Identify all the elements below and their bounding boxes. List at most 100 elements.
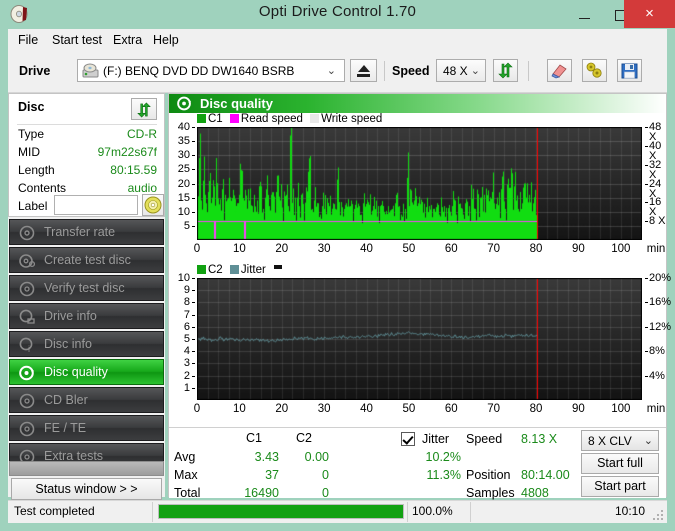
elapsed-time: 10:10 (614, 504, 645, 518)
menu-file[interactable]: File (12, 31, 44, 49)
legend-marker-icon (274, 265, 283, 269)
content-panel: Disc quality C1 Read speed Write speed 5… (168, 93, 671, 500)
write-mode-select[interactable]: 8 X CLV ⌄ (581, 430, 659, 451)
axis-tick-label: 100 (611, 243, 631, 255)
disc-info-box: Disc Type CD-R MID 97m22s67f Length 80:1… (8, 93, 165, 217)
sidebar-item-drive-info[interactable]: Drive info (9, 303, 164, 329)
axis-tick-mark (645, 375, 648, 377)
sidebar-item-verify-test-disc[interactable]: Verify test disc (9, 275, 164, 301)
axis-tick-mark (645, 145, 648, 147)
sidebar-item-fe-te[interactable]: FE / TE (9, 415, 164, 441)
drive-info-icon (19, 309, 35, 325)
sidebar-filler (9, 461, 164, 476)
c1-chart-legend: C1 Read speed Write speed (197, 113, 382, 125)
axis-tick-label: 16 X (649, 196, 662, 219)
speed-label: Speed (392, 64, 430, 78)
axis-tick-label: 9 (183, 284, 190, 297)
status-divider-2 (407, 502, 408, 522)
axis-tick-label: 40 X (649, 139, 662, 162)
sidebar-item-disc-info[interactable]: i Disc info (9, 331, 164, 357)
drive-value: (F:) BENQ DVD DD DW1640 BSRB (103, 64, 295, 78)
axis-tick-mark (645, 351, 648, 353)
erase-button[interactable] (547, 59, 572, 82)
stats-samples-value: 4808 (521, 486, 549, 500)
axis-tick-mark (192, 314, 195, 316)
axis-tick-mark (192, 141, 195, 143)
sidebar-item-label: CD Bler (44, 393, 88, 407)
c1-y-axis: 5 10 15 20 25 30 35 40 (169, 122, 195, 240)
menu-start-test[interactable]: Start test (46, 31, 108, 49)
close-button[interactable]: × (624, 0, 675, 28)
axis-tick-label: 10 (232, 403, 246, 415)
legend-label-read-speed: Read speed (240, 113, 303, 125)
axis-tick-label: 3 (183, 357, 190, 370)
sidebar-item-label: FE / TE (44, 421, 87, 435)
progress-percent: 100.0% (412, 504, 453, 518)
axis-tick-label: 30 (317, 403, 331, 415)
stats-total-c2: 0 (322, 486, 329, 500)
legend-swatch-read-speed (229, 114, 239, 123)
axis-tick-mark (645, 326, 648, 328)
drive-toolbar: Drive (F:) BENQ DVD DD DW1640 BSRB ⌄ Spe… (8, 51, 667, 93)
statistics-panel: C1 C2 Jitter Avg 3.43 0.00 10.2% Max 37 … (169, 427, 666, 500)
sidebar-item-transfer-rate[interactable]: Transfer rate (9, 219, 164, 245)
jitter-checkbox[interactable] (401, 432, 415, 446)
chevron-down-icon: ⌄ (470, 65, 480, 77)
axis-tick-label: 48 X (649, 121, 662, 143)
axis-tick-label: 50 (402, 243, 416, 255)
disc-row-value: 97m22s67f (97, 145, 157, 159)
axis-tick-mark (645, 164, 648, 166)
menu-help[interactable]: Help (147, 31, 185, 49)
axis-tick-mark (192, 375, 195, 377)
disc-row-key: MID (18, 145, 40, 159)
axis-tick-mark (645, 127, 648, 128)
stats-position-value: 80:14.00 (521, 468, 570, 482)
menu-bar: File Start test Extra Help (8, 29, 667, 51)
start-part-button[interactable]: Start part (581, 476, 659, 497)
c2-plot-area (197, 278, 642, 400)
legend-label-c1: C1 (208, 113, 223, 125)
axis-tick-label: 0 (193, 243, 201, 255)
axis-tick-label: 30 (317, 243, 331, 255)
eject-button[interactable] (350, 59, 377, 82)
minimize-button[interactable] (566, 0, 602, 28)
start-full-button[interactable]: Start full (581, 453, 659, 474)
stats-max-c1: 37 (265, 468, 279, 482)
save-button[interactable] (617, 59, 642, 82)
status-window-button[interactable]: Status window > > (11, 478, 162, 500)
menu-extra[interactable]: Extra (107, 31, 148, 49)
legend-swatch-jitter (229, 265, 239, 274)
c2-chart-legend: C2 Jitter (197, 264, 283, 276)
legend-label-write-speed: Write speed (321, 113, 383, 125)
disc-row-length: Length 80:15.59 (9, 163, 166, 179)
axis-tick-label: 70 (487, 403, 501, 415)
stats-header-c2: C2 (296, 431, 312, 445)
sidebar-item-create-test-disc[interactable]: Create test disc (9, 247, 164, 273)
axis-tick-label: 35 (177, 135, 190, 148)
axis-unit-label: min (646, 243, 666, 255)
disc-row-key: Contents (18, 181, 67, 195)
axis-tick-label: 10 (177, 205, 190, 218)
disc-label-button[interactable] (142, 194, 164, 216)
axis-tick-mark (192, 290, 195, 292)
axis-tick-mark (192, 387, 195, 389)
sidebar-item-disc-quality[interactable]: Disc quality (9, 359, 164, 385)
disc-label-input[interactable] (54, 195, 138, 215)
disc-refresh-button[interactable] (131, 98, 157, 120)
chevron-down-icon: ⌄ (643, 435, 653, 447)
disc-row-type: Type CD-R (9, 127, 166, 143)
refresh-button[interactable] (493, 59, 518, 82)
axis-tick-label: 4 (183, 345, 190, 358)
axis-tick-label: 8% (649, 345, 665, 358)
axis-tick-label: 6 (183, 320, 190, 333)
axis-tick-mark (192, 211, 195, 213)
speed-select[interactable]: 48 X ⌄ (436, 59, 486, 82)
sidebar-item-cd-bler[interactable]: CD Bler (9, 387, 164, 413)
axis-tick-label: 25 (177, 163, 190, 176)
stats-avg-c1: 3.43 (254, 450, 279, 464)
c1-y2-axis: 8 X 16 X 24 X 32 X 40 X 48 X (645, 122, 667, 240)
tools-button[interactable] (582, 59, 607, 82)
axis-tick-mark (192, 225, 195, 227)
eject-icon (358, 65, 370, 72)
drive-select[interactable]: (F:) BENQ DVD DD DW1640 BSRB ⌄ (77, 59, 345, 82)
